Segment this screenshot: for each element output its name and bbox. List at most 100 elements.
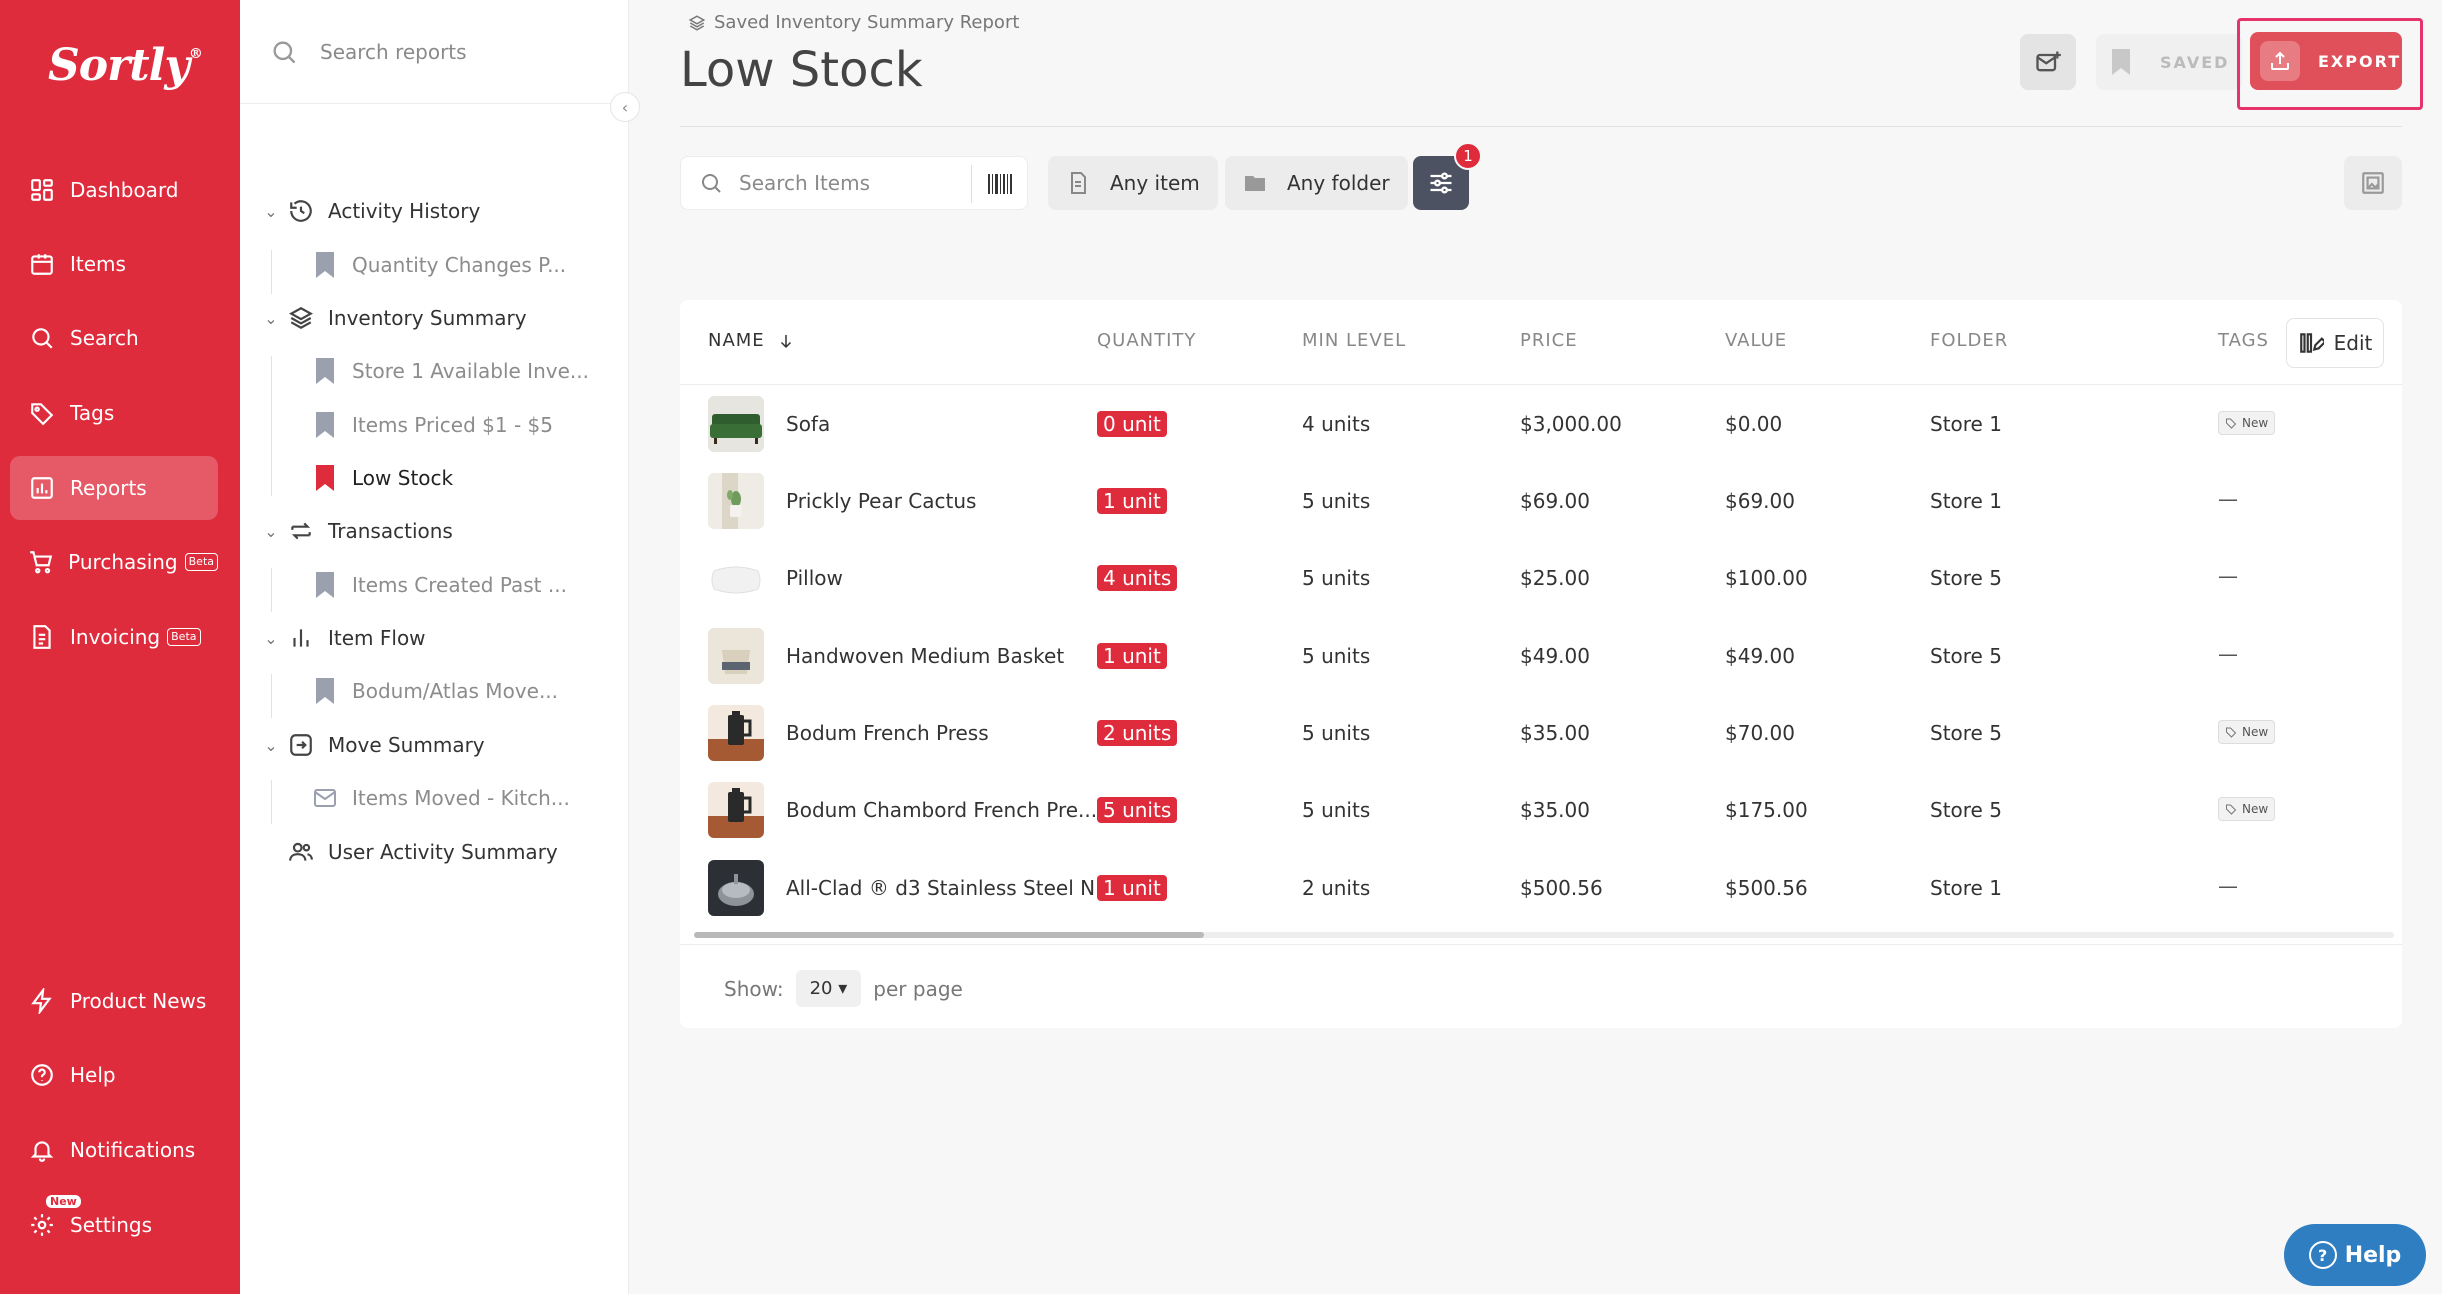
item-thumbnail-sofa[interactable] [708, 396, 764, 452]
sidebar-item-search[interactable]: Search [10, 306, 218, 370]
sidebar-item-help[interactable]: Help [10, 1043, 218, 1107]
sortly-logo[interactable]: Sortly® [48, 40, 203, 91]
column-header-quantity[interactable]: QUANTITY [1097, 330, 1196, 351]
tree-group-inventory-summary[interactable]: ⌄ Inventory Summary [256, 298, 527, 338]
tree-group-user-activity[interactable]: User Activity Summary [256, 832, 558, 872]
price-cell: $69.00 [1520, 489, 1590, 513]
quantity-badge: 5 units [1097, 797, 1178, 823]
tag-chip[interactable]: New [2218, 720, 2276, 744]
main-sidebar: Sortly® Dashboard Items Search Tags Repo… [0, 0, 240, 1294]
item-thumbnail-chambord[interactable] [708, 782, 764, 838]
report-search-input[interactable]: Search reports [320, 40, 467, 64]
tag-chip[interactable]: New [2218, 411, 2276, 435]
tree-item-quantity-changes[interactable]: Quantity Changes P... [314, 245, 566, 285]
column-header-value[interactable]: VALUE [1725, 330, 1787, 351]
item-thumbnail-all-clad[interactable] [708, 860, 764, 916]
sidebar-item-items[interactable]: Items [10, 232, 218, 296]
per-page-value: 20 [809, 978, 833, 999]
bell-icon [28, 1136, 56, 1164]
chevron-left-icon: ‹ [621, 97, 629, 117]
report-search[interactable]: Search reports [240, 0, 629, 104]
column-header-name[interactable]: NAME [708, 330, 795, 351]
item-name[interactable]: Handwoven Medium Basket [786, 644, 1064, 668]
layers-icon [688, 14, 706, 31]
edit-columns-button[interactable]: Edit [2286, 318, 2384, 368]
folder-cell: Store 5 [1930, 644, 2002, 668]
tree-group-transactions[interactable]: ⌄ Transactions [256, 511, 453, 551]
bookmark-icon [316, 678, 334, 704]
column-header-folder[interactable]: FOLDER [1930, 330, 2008, 351]
item-name[interactable]: All-Clad ® d3 Stainless Steel N... [786, 876, 1114, 900]
document-icon [1071, 172, 1086, 194]
tree-item-store1-available[interactable]: Store 1 Available Inve... [314, 351, 589, 391]
sidebar-item-dashboard[interactable]: Dashboard [10, 158, 218, 222]
any-item-filter[interactable]: Any item [1048, 156, 1218, 210]
toggle-view-button[interactable] [2344, 156, 2402, 210]
schedule-email-button[interactable] [2020, 34, 2076, 90]
barcode-scan-button[interactable] [971, 165, 1027, 203]
export-button[interactable]: EXPORT [2250, 32, 2402, 90]
quantity-badge: 4 units [1097, 565, 1178, 591]
chevron-down-icon: ⌄ [264, 735, 278, 755]
tree-group-item-flow[interactable]: ⌄ Item Flow [256, 618, 425, 658]
column-header-tags[interactable]: TAGS [2218, 330, 2269, 351]
pagination: Show: 20 ▾ per page [724, 970, 963, 1007]
min-level-cell: 5 units [1302, 721, 1371, 745]
sidebar-item-product-news[interactable]: Product News [10, 969, 218, 1033]
sidebar-item-purchasing[interactable]: Purchasing Beta [10, 530, 218, 594]
tree-group-activity-history[interactable]: ⌄ Activity History [256, 191, 480, 231]
tag-chip[interactable]: New [2218, 797, 2276, 821]
breadcrumb[interactable]: Saved Inventory Summary Report [688, 12, 1019, 33]
tree-group-move-summary[interactable]: ⌄ Move Summary [256, 725, 484, 765]
sidebar-item-label: Product News [70, 989, 207, 1013]
item-thumbnail-cactus[interactable] [708, 473, 764, 529]
item-name[interactable]: Sofa [786, 412, 830, 436]
column-header-price[interactable]: PRICE [1520, 330, 1578, 351]
item-thumbnail-basket[interactable] [708, 628, 764, 684]
logo-registered-mark: ® [188, 46, 203, 62]
reports-panel: Search reports ‹ ⌄ Activity History Quan… [240, 0, 640, 1294]
tree-item-bodum-atlas[interactable]: Bodum/Atlas Move... [314, 671, 558, 711]
value-cell: $69.00 [1725, 489, 1795, 513]
sidebar-item-invoicing[interactable]: Invoicing Beta [10, 605, 218, 669]
tree-connector [271, 250, 272, 294]
value-cell: $500.56 [1725, 876, 1808, 900]
price-cell: $35.00 [1520, 721, 1590, 745]
item-name[interactable]: Pillow [786, 566, 843, 590]
per-page-select[interactable]: 20 ▾ [795, 970, 862, 1007]
saved-button[interactable]: SAVED [2096, 34, 2242, 90]
tree-item-items-priced[interactable]: Items Priced $1 - $5 [314, 405, 553, 445]
any-folder-filter[interactable]: Any folder [1225, 156, 1408, 210]
price-cell: $25.00 [1520, 566, 1590, 590]
upload-icon [2260, 41, 2300, 81]
empty-tags: — [2218, 564, 2238, 588]
tag-icon [28, 399, 56, 427]
bar-chart-icon [286, 623, 316, 653]
history-icon [286, 196, 316, 226]
item-name[interactable]: Bodum Chambord French Pre... [786, 798, 1097, 822]
tree-group-label: Inventory Summary [328, 306, 527, 330]
collapse-panel-button[interactable]: ‹ [610, 92, 640, 122]
sidebar-item-label: Invoicing [70, 625, 161, 649]
tree-item-low-stock[interactable]: Low Stock [314, 458, 453, 498]
item-name[interactable]: Prickly Pear Cactus [786, 489, 976, 513]
horizontal-scrollbar-thumb[interactable] [694, 932, 1204, 938]
sidebar-item-reports[interactable]: Reports [10, 456, 218, 520]
column-header-min-level[interactable]: MIN LEVEL [1302, 330, 1406, 351]
item-thumbnail-pillow[interactable] [708, 551, 764, 607]
quantity-badge: 1 unit [1097, 875, 1167, 901]
item-thumbnail-french-press[interactable] [708, 705, 764, 761]
sidebar-item-notifications[interactable]: Notifications [10, 1118, 218, 1182]
value-cell: $70.00 [1725, 721, 1795, 745]
item-name[interactable]: Bodum French Press [786, 721, 989, 745]
item-search-input[interactable]: Search Items [739, 171, 959, 195]
item-search-box[interactable]: Search Items [680, 156, 1028, 210]
sidebar-item-settings[interactable]: Settings New [10, 1193, 218, 1257]
tree-item-items-moved[interactable]: Items Moved - Kitch... [314, 778, 570, 818]
sidebar-item-tags[interactable]: Tags [10, 381, 218, 445]
sidebar-item-label: Tags [70, 401, 115, 425]
tree-item-items-created[interactable]: Items Created Past ... [314, 565, 567, 605]
help-chat-button[interactable]: ? Help [2284, 1224, 2426, 1286]
tag-label: New [2242, 725, 2269, 739]
new-badge: New [46, 1195, 81, 1208]
